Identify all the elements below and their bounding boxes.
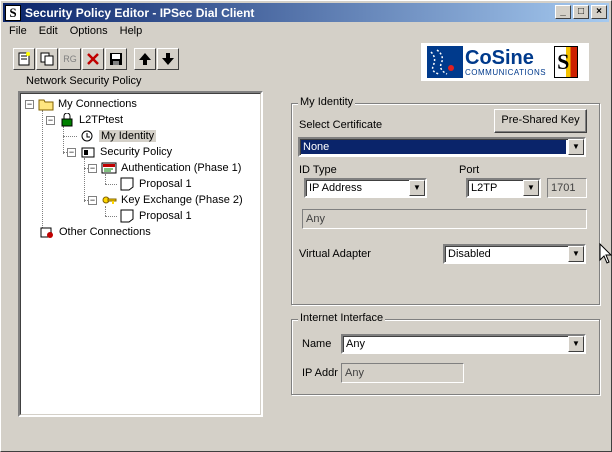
app-window: S Security Policy Editor - IPSec Dial Cl… <box>0 0 612 452</box>
id-type-value: IP Address <box>309 182 362 194</box>
tree-node-security-policy[interactable]: − Security Policy <box>67 144 172 160</box>
collapse-icon[interactable]: − <box>46 115 55 125</box>
chevron-down-icon[interactable]: ▼ <box>523 180 539 196</box>
other-connections-icon <box>39 225 55 239</box>
chevron-down-icon[interactable]: ▼ <box>568 139 584 155</box>
ip-addr-field: Any <box>341 363 464 383</box>
tree-node-authentication[interactable]: − Authentication (Phase 1) <box>88 160 241 176</box>
ip-addr-label: IP Addr <box>302 367 338 379</box>
tree-node-proposal-1-auth[interactable]: Proposal 1 <box>119 176 192 192</box>
close-button[interactable]: × <box>591 5 607 19</box>
delete-button[interactable] <box>82 48 104 70</box>
menu-bar: File Edit Options Help <box>3 23 148 41</box>
app-logo-icon[interactable]: S <box>5 4 21 21</box>
copy-icon <box>40 52 54 66</box>
menu-options[interactable]: Options <box>64 23 114 41</box>
move-down-icon <box>162 53 174 65</box>
internet-interface-group: Internet Interface <box>291 312 600 395</box>
my-identity-group: My Identity <box>291 96 600 305</box>
rg-icon: RG <box>63 54 77 64</box>
chevron-down-icon[interactable]: ▼ <box>409 180 425 196</box>
save-icon <box>110 53 122 65</box>
move-down-button[interactable] <box>157 48 179 70</box>
new-connection-button[interactable] <box>13 48 35 70</box>
collapse-icon[interactable]: − <box>67 147 76 157</box>
connection-lock-icon <box>59 113 75 127</box>
interface-name-value: Any <box>346 338 365 350</box>
badge-s-icon: S <box>554 46 579 78</box>
menu-help[interactable]: Help <box>114 23 149 41</box>
tree-node-proposal-1-key[interactable]: Proposal 1 <box>119 208 192 224</box>
port-label: Port <box>459 164 480 176</box>
rg-button[interactable]: RG <box>59 48 81 70</box>
virtual-adapter-value: Disabled <box>448 248 491 260</box>
menu-edit[interactable]: Edit <box>33 23 64 41</box>
collapse-icon[interactable]: − <box>25 99 34 109</box>
proposal-icon <box>119 209 135 223</box>
internet-interface-group-title: Internet Interface <box>298 312 386 324</box>
tree-node-key-exchange[interactable]: − Key Exchange (Phase 2) <box>88 192 243 208</box>
virtual-adapter-select[interactable]: Disabled ▼ <box>443 244 586 264</box>
window-controls: _ □ × <box>553 5 607 19</box>
window-title: Security Policy Editor - IPSec Dial Clie… <box>25 5 255 20</box>
toolbar: RG <box>13 48 180 70</box>
tree-node-my-connections[interactable]: − My Connections <box>25 96 137 112</box>
interface-name-select[interactable]: Any ▼ <box>341 334 586 354</box>
collapse-icon[interactable]: − <box>88 195 97 205</box>
tree-node-other-connections[interactable]: Other Connections <box>39 224 151 240</box>
folder-icon <box>38 97 54 111</box>
id-type-label: ID Type <box>299 164 337 176</box>
minimize-button[interactable]: _ <box>555 5 571 19</box>
port-select[interactable]: L2TP ▼ <box>466 178 541 198</box>
policy-tree[interactable]: − My Connections − L2TPtest My Identity … <box>18 91 263 417</box>
tree-title: Network Security Policy <box>26 75 142 87</box>
new-connection-icon <box>18 52 30 66</box>
authentication-icon <box>101 161 117 175</box>
select-certificate-label: Select Certificate <box>299 119 383 131</box>
security-policy-icon <box>80 145 96 159</box>
port-number-field: 1701 <box>547 178 587 198</box>
pre-shared-key-button[interactable]: Pre-Shared Key <box>494 109 587 133</box>
id-type-select[interactable]: IP Address ▼ <box>304 178 427 198</box>
delete-icon <box>87 53 99 65</box>
collapse-icon[interactable]: − <box>88 163 97 173</box>
menu-file[interactable]: File <box>3 23 33 41</box>
port-value: L2TP <box>471 182 498 194</box>
move-up-icon <box>139 53 151 65</box>
title-bar[interactable]: S Security Policy Editor - IPSec Dial Cl… <box>3 3 609 22</box>
logo-name: CoSine <box>465 46 534 69</box>
certificate-value: None <box>301 140 566 154</box>
tree-node-l2tptest[interactable]: − L2TPtest <box>46 112 123 128</box>
chevron-down-icon[interactable]: ▼ <box>568 246 584 262</box>
save-button[interactable] <box>105 48 127 70</box>
mouse-cursor-icon <box>599 243 612 264</box>
key-exchange-icon <box>101 193 117 207</box>
cosine-logo-icon <box>427 46 463 78</box>
chevron-down-icon[interactable]: ▼ <box>568 336 584 352</box>
virtual-adapter-label: Virtual Adapter <box>299 248 371 260</box>
identity-any-field: Any <box>302 209 587 229</box>
certificate-select[interactable]: None ▼ <box>298 137 586 157</box>
vendor-logo: CoSine COMMUNICATIONS S <box>421 43 589 81</box>
maximize-button[interactable]: □ <box>573 5 589 19</box>
logo-subtitle: COMMUNICATIONS <box>465 67 547 77</box>
name-label: Name <box>302 338 332 350</box>
proposal-icon <box>119 177 135 191</box>
tree-node-my-identity[interactable]: My Identity <box>79 128 157 144</box>
identity-icon <box>79 129 95 143</box>
my-identity-group-title: My Identity <box>298 96 356 108</box>
copy-button[interactable] <box>36 48 58 70</box>
move-up-button[interactable] <box>134 48 156 70</box>
